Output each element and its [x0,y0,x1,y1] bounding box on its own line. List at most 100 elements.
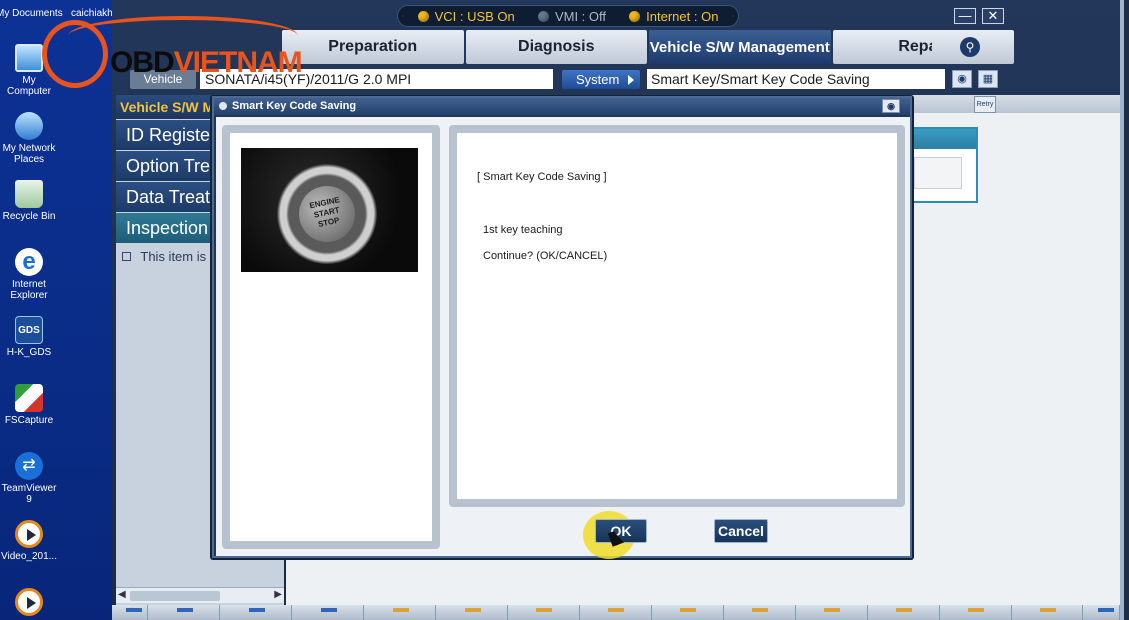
smart-key-dialog: Smart Key Code Saving ◉ ENGINE START STO… [212,96,912,559]
scrollbar-thumb[interactable] [130,591,220,601]
connection-status-bar: VCI : USB On VMI : Off Internet : On [397,5,739,27]
vehicle-button[interactable]: Vehicle [130,70,196,89]
network-icon [15,112,43,140]
desktop: My Documents caichiakh My Computer My Ne… [0,0,113,620]
dialog-message-title: [ Smart Key Code Saving ] [477,171,607,183]
status-internet-label: Internet : On [646,8,719,24]
main-tab-bar: Preparation Diagnosis Vehicle S/W Manage… [282,30,1016,64]
desktop-icon-label: TeamViewer 9 [1,483,57,505]
dialog-image-area: ENGINE START STOP [230,133,432,541]
system-button[interactable]: System [562,70,640,89]
scroll-left-icon[interactable]: ◀ [118,589,126,600]
desktop-icon-label: My Computer [7,75,51,97]
left-menu-note-text: This item is r [140,249,215,264]
desktop-icon-internet-explorer[interactable]: e Internet Explorer [0,248,58,301]
camera-icon: ◉ [957,73,967,85]
desktop-icon-label: FSCapture [4,415,54,426]
start-button-ring: ENGINE START STOP [277,164,377,264]
cancel-button[interactable]: Cancel [714,519,768,543]
tab-diagnosis[interactable]: Diagnosis [465,30,647,64]
desktop-label-my-documents[interactable]: My Documents [0,8,63,19]
dialog-message-panel: [ Smart Key Code Saving ] 1st key teachi… [449,125,905,507]
toolbar-button[interactable] [508,605,580,620]
camera-button[interactable]: ◉ [952,70,972,88]
note-icon [122,252,131,261]
toolbar-next-button[interactable] [1083,605,1120,620]
dialog-message-line-2: Continue? (OK/CANCEL) [483,250,608,262]
status-on-icon [629,10,641,22]
content-box-field [914,157,962,189]
desktop-icon-my-computer[interactable]: My Computer [0,44,58,97]
desktop-icon-label: Recycle Bin [2,211,56,222]
status-off-icon [537,10,549,22]
scroll-right-icon[interactable]: ▶ [274,589,282,600]
dialog-message-line-1: 1st key teaching [483,224,563,236]
computer-icon [15,44,43,72]
dialog-camera-button[interactable]: ◉ [882,99,900,113]
desktop-icon-label: H-K_GDS [6,347,52,358]
desktop-icon-video-2[interactable] [0,588,58,619]
engine-start-button-photo: ENGINE START STOP [241,148,418,272]
dialog-title-bar: Smart Key Code Saving ◉ [214,98,910,115]
desktop-icon-network[interactable]: My Network Places [0,112,58,165]
desktop-icon-recycle-bin[interactable]: Recycle Bin [0,180,58,222]
toolbar-home-button[interactable] [112,605,149,620]
dialog-image-panel: ENGINE START STOP [222,125,440,549]
toolbar-button[interactable] [1012,605,1084,620]
toolbar-button[interactable] [580,605,652,620]
status-internet: Internet : On [629,9,718,24]
toolbar-button[interactable] [940,605,1012,620]
video-icon [15,588,43,616]
tab-preparation[interactable]: Preparation [282,30,464,64]
content-box-header [910,129,976,149]
desktop-icon-video[interactable]: Video_201... [0,520,58,562]
teamviewer-icon: ⇄ [15,452,43,480]
tab-vehicle-sw-management[interactable]: Vehicle S/W Management [649,30,831,64]
desktop-icon-gds[interactable]: GDS H-K_GDS [0,316,58,358]
arrow-right-icon [628,75,634,85]
left-panel-scrollbar[interactable]: ◀ ▶ [116,587,284,603]
content-box [908,127,978,203]
toolbar-button[interactable] [220,605,293,620]
desktop-icon-teamviewer[interactable]: ⇄ TeamViewer 9 [0,452,58,505]
system-button-label: System [576,72,620,87]
close-button[interactable]: ✕ [982,8,1004,24]
desktop-icon-label: My Network Places [2,143,56,165]
desktop-icon-fscapture[interactable]: FSCapture [0,384,58,426]
toolbar-button[interactable] [724,605,796,620]
start-button-face: ENGINE START STOP [293,180,361,248]
toolbar-button[interactable] [364,605,437,620]
status-vmi-label: VMI : Off [554,8,606,24]
search-button[interactable]: ⚲ [932,30,1008,64]
minimize-button[interactable]: — [954,8,976,24]
bottom-toolbar [112,605,1120,620]
toolbar-button[interactable] [292,605,365,620]
dialog-title: Smart Key Code Saving [232,100,357,112]
internet-explorer-icon: e [15,248,43,276]
fscapture-icon [15,384,43,412]
desktop-icon-label: Video_201... [1,551,57,562]
recycle-bin-icon [15,180,43,208]
retry-button[interactable]: Retry [974,96,996,113]
status-vci-label: VCI : USB On [434,8,515,24]
camera-icon: ◉ [887,101,895,111]
toolbar-button[interactable] [796,605,868,620]
status-vmi: VMI : Off [537,8,606,24]
status-on-icon [417,10,429,22]
toolbar-button[interactable] [148,605,221,620]
system-field: Smart Key/Smart Key Code Saving [647,69,945,89]
dialog-message-area: [ Smart Key Code Saving ] 1st key teachi… [457,133,897,499]
toolbar-button[interactable] [652,605,724,620]
dialog-title-icon [219,102,227,110]
toolbar-button[interactable] [868,605,940,620]
vehicle-info-row: Vehicle SONATA/i45(YF)/2011/G 2.0 MPI Sy… [112,67,1120,91]
video-icon [15,520,43,548]
desktop-icon-label: Internet Explorer [10,279,48,301]
desktop-label-user[interactable]: caichiakh [71,8,113,19]
window-layout-button[interactable]: ▦ [978,70,998,88]
toolbar-button[interactable] [436,605,509,620]
search-icon: ⚲ [960,37,980,57]
vehicle-field: SONATA/i45(YF)/2011/G 2.0 MPI [200,69,553,89]
gds-icon: GDS [15,316,43,344]
layout-icon: ▦ [982,73,994,85]
